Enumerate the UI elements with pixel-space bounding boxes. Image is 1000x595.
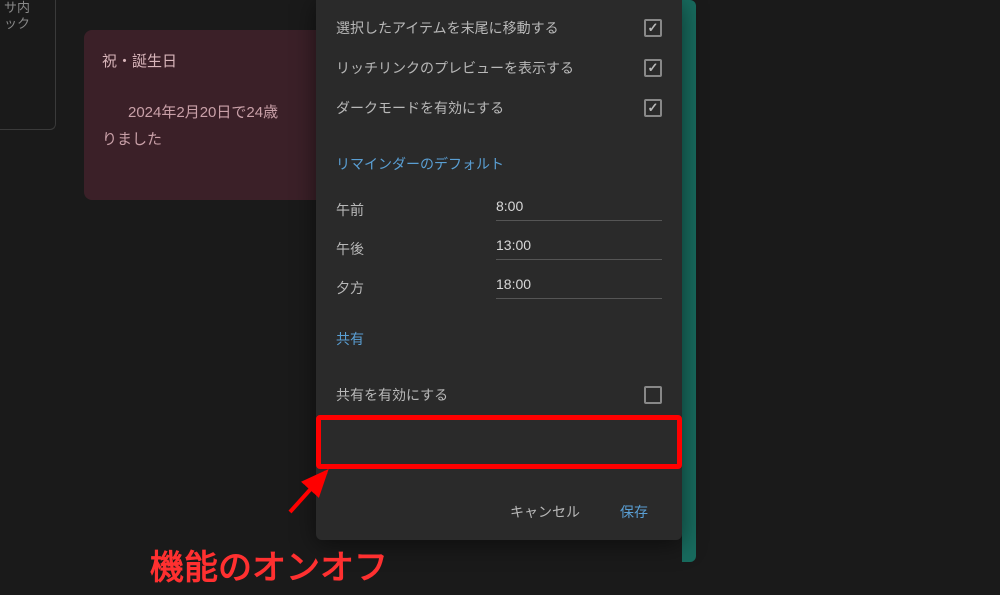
reminder-morning-label: 午前 [336, 200, 496, 220]
setting-move-to-end: 選択したアイテムを末尾に移動する [316, 0, 682, 48]
share-enable-row: 共有を有効にする [316, 369, 682, 421]
annotation-text: 機能のオンオフ [150, 540, 388, 589]
setting-rich-link-preview: リッチリンクのプレビューを表示する [316, 48, 682, 88]
save-button[interactable]: 保存 [620, 502, 648, 522]
reminder-afternoon-label: 午後 [336, 239, 496, 259]
sidebar-fragment-line2: ック [4, 16, 50, 32]
checkbox-rich-link-preview[interactable] [644, 59, 662, 77]
reminder-afternoon-value[interactable]: 13:00 [496, 237, 662, 260]
share-enable-label: 共有を有効にする [336, 385, 448, 405]
reminder-evening-row: 夕方 18:00 [316, 264, 682, 303]
setting-dark-mode: ダークモードを有効にする [316, 88, 682, 128]
reminder-afternoon-row: 午後 13:00 [316, 225, 682, 264]
reminder-evening-value[interactable]: 18:00 [496, 276, 662, 299]
sidebar-fragment-line1: サ内 [4, 0, 50, 16]
checkbox-share-enable[interactable] [644, 386, 662, 404]
settings-dialog: 選択したアイテムを末尾に移動する リッチリンクのプレビューを表示する ダークモー… [316, 0, 682, 540]
reminder-morning-value[interactable]: 8:00 [496, 198, 662, 221]
checkbox-move-to-end[interactable] [644, 19, 662, 37]
setting-label: ダークモードを有効にする [336, 98, 504, 118]
setting-label: 選択したアイテムを末尾に移動する [336, 18, 559, 38]
share-section-title: 共有 [316, 303, 682, 361]
reminder-evening-label: 夕方 [336, 278, 496, 298]
checkbox-dark-mode[interactable] [644, 99, 662, 117]
reminder-defaults-title: リマインダーのデフォルト [316, 128, 682, 186]
cancel-button[interactable]: キャンセル [510, 502, 580, 522]
reminder-morning-row: 午前 8:00 [316, 186, 682, 225]
sidebar-fragment: サ内 ック [0, 0, 50, 28]
setting-label: リッチリンクのプレビューを表示する [336, 58, 574, 78]
teal-background-strip [682, 0, 696, 562]
dialog-footer: キャンセル 保存 [316, 484, 682, 540]
